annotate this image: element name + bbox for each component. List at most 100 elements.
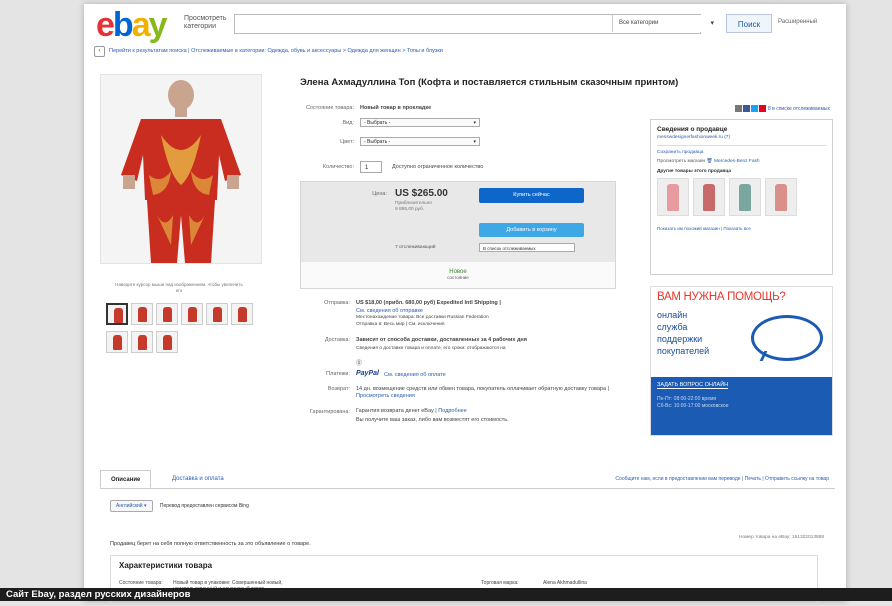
product-main-image[interactable] bbox=[100, 74, 262, 264]
seller-responsibility: Продавец берет на себя полную ответствен… bbox=[110, 541, 311, 547]
thumbnail[interactable] bbox=[231, 303, 253, 325]
thumbnail-figure-icon bbox=[114, 308, 123, 323]
ask-question-button[interactable]: ЗАДАТЬ ВОПРОС ОНЛАЙН bbox=[657, 382, 729, 389]
thumbnail[interactable] bbox=[106, 303, 128, 325]
thumbnail[interactable] bbox=[156, 303, 178, 325]
returns-label: Возврат: bbox=[327, 386, 350, 392]
condition-label: Состояние товара: bbox=[305, 105, 354, 111]
info-icon[interactable]: ⓪ bbox=[356, 358, 362, 367]
breadcrumb[interactable]: ‹ Перейти к результатам поиска | Отслежив… bbox=[94, 46, 839, 57]
tab-links[interactable]: Сообщите нам, если в предоставлении вам … bbox=[615, 476, 829, 482]
bing-translate-note: Перевод предоставлен сервисом Bing bbox=[159, 503, 249, 509]
product-title: Элена Ахмадуллина Топ (Кофта и поставляе… bbox=[300, 77, 679, 88]
help-contact-panel: ЗАДАТЬ ВОПРОС ОНЛАЙН Пн-Пт: 08:00-22:00 … bbox=[651, 377, 832, 435]
seller-item-figure bbox=[667, 184, 679, 211]
quantity-note: Доступно ограниченное количество bbox=[392, 164, 484, 170]
seller-item-thumb[interactable] bbox=[693, 178, 725, 216]
seller-panel-title: Сведения о продавце bbox=[657, 126, 728, 133]
thumbnail-figure-icon bbox=[188, 307, 197, 322]
store-row: Просмотреть магазин 🗑 Mercedes-Benz Fash bbox=[657, 159, 832, 164]
seller-thumbnails bbox=[657, 178, 832, 221]
returns-link[interactable]: Просмотреть сведения bbox=[356, 393, 415, 399]
store-link[interactable]: Mercedes-Benz Fash bbox=[714, 159, 760, 164]
thumbnail[interactable] bbox=[181, 303, 203, 325]
seller-item-figure bbox=[775, 184, 787, 211]
seller-item-thumb[interactable] bbox=[729, 178, 761, 216]
shipping-value: US $18,00 (прибл. 680,00 руб) Expedited … bbox=[356, 300, 501, 306]
divider bbox=[657, 145, 826, 146]
seller-item-thumb[interactable] bbox=[765, 178, 797, 216]
search-button[interactable]: Поиск bbox=[726, 14, 772, 33]
thumbnail[interactable] bbox=[206, 303, 228, 325]
seller-footer-links[interactable]: Показать им похожий магазин | Показать в… bbox=[657, 226, 832, 231]
guarantee-link[interactable]: Подробнее bbox=[438, 408, 467, 414]
spec-brand-value: Alena Akhmadullina bbox=[543, 580, 587, 586]
color-label: Цвет: bbox=[340, 139, 354, 145]
chat-bubble-icon bbox=[751, 315, 823, 361]
translate-language-button[interactable]: Английский ▾ bbox=[110, 500, 153, 512]
support-hours: Пн-Пт: 08:00-22:00 время Сб-Вс: 10:00-17:… bbox=[657, 396, 729, 409]
shop-by-category[interactable]: Просмотреть категории bbox=[184, 15, 229, 31]
item-number: Номер товара на eBay: 151322013888 bbox=[738, 535, 824, 540]
size-select[interactable]: - Выбрать - ▾ bbox=[360, 118, 480, 127]
buy-now-button[interactable]: Купить сейчас bbox=[479, 188, 584, 203]
description-tabs: Описание Доставка и оплата Сообщите нам,… bbox=[100, 466, 835, 489]
thumbnail[interactable] bbox=[131, 331, 153, 353]
help-banner[interactable]: ВАМ НУЖНА ПОМОЩЬ? онлайн служба поддержки п… bbox=[650, 286, 833, 436]
price-panel: Цена: US $265.00 Приблизительно 9 895,00 … bbox=[300, 181, 616, 263]
watchlist-link[interactable]: 8 в списке отслеживаемых bbox=[768, 106, 830, 112]
thumbnail-figure-icon bbox=[163, 307, 172, 322]
thumbnail[interactable] bbox=[156, 331, 178, 353]
delivery-value: Зависит от способа доставки, доставленны… bbox=[356, 337, 527, 343]
shipping-details-link[interactable]: См. сведения об отправке bbox=[356, 308, 423, 314]
chevron-down-icon: ▾ bbox=[473, 120, 476, 126]
email-icon[interactable] bbox=[734, 105, 742, 112]
product-photo bbox=[101, 75, 261, 263]
category-select[interactable]: Все категории ▾ bbox=[612, 15, 720, 32]
add-to-watchlist-select[interactable]: В список отслеживаемых bbox=[479, 243, 575, 252]
spec-brand-label: Торговая марка: bbox=[481, 580, 519, 586]
thumbnail-figure-icon bbox=[238, 307, 247, 322]
ebay-page: ebay Просмотреть категории Все категории… bbox=[84, 4, 846, 606]
payment-label: Платежи: bbox=[326, 371, 350, 377]
help-text: онлайн служба поддержки покупателей bbox=[657, 310, 710, 356]
seller-name[interactable]: menswdesignerfashionweek.ru (7) bbox=[657, 135, 832, 140]
shipping-label: Отправка: bbox=[324, 300, 350, 306]
other-items-title: Другие товары этого продавца bbox=[657, 169, 732, 174]
pinterest-icon[interactable] bbox=[758, 105, 766, 112]
guarantee-value: Гарантия возврата денег eBay | Подробнее bbox=[356, 408, 467, 414]
seller-item-thumb[interactable] bbox=[657, 178, 689, 216]
twitter-icon[interactable] bbox=[750, 105, 758, 112]
delivery-note: Сведения о доставке товара и оплате, его… bbox=[356, 346, 506, 351]
chevron-down-icon: ▾ bbox=[473, 139, 476, 145]
tab-shipping-payment[interactable]: Доставка и оплата bbox=[162, 470, 234, 488]
condition-caption: состояние bbox=[447, 275, 469, 280]
watchers-count: 7 отслеживающий bbox=[395, 245, 436, 250]
quantity-input[interactable]: 1 bbox=[360, 161, 382, 173]
thumbnail-strip bbox=[106, 303, 282, 359]
specs-title: Характеристики товара bbox=[119, 561, 213, 570]
seller-panel: Сведения о продавце menswdesignerfashion… bbox=[650, 119, 833, 275]
payment-details-link[interactable]: См. сведения об оплате bbox=[384, 372, 446, 378]
guarantee-label: Гарантирована: bbox=[309, 409, 350, 415]
tab-description[interactable]: Описание bbox=[100, 470, 152, 488]
advanced-search-link[interactable]: Расширенный bbox=[778, 19, 817, 25]
facebook-icon[interactable] bbox=[742, 105, 750, 112]
back-arrow-icon[interactable]: ‹ bbox=[94, 46, 105, 57]
condition-value: Новый товар в прокладке bbox=[360, 105, 432, 111]
thumbnail-figure-icon bbox=[163, 335, 172, 350]
price-label: Цена: bbox=[372, 191, 387, 197]
size-label: Вид: bbox=[342, 120, 354, 126]
thumbnail[interactable] bbox=[131, 303, 153, 325]
thumbnail[interactable] bbox=[106, 331, 128, 353]
quantity-label: Количество: bbox=[322, 164, 354, 170]
thumbnail-figure-icon bbox=[113, 335, 122, 350]
thumbnail-figure-icon bbox=[138, 335, 147, 350]
returns-value: 14 дн. возмещение средств или обмен това… bbox=[356, 386, 609, 399]
ebay-logo[interactable]: ebay bbox=[96, 8, 168, 42]
condition-badge: Новое состояние bbox=[300, 262, 616, 289]
save-seller-link[interactable]: Сохранить продавца bbox=[657, 150, 832, 155]
item-location: Местонахождение товара: Все доставки Rus… bbox=[356, 315, 489, 320]
color-select[interactable]: - Выбрать - ▾ bbox=[360, 137, 480, 146]
add-to-cart-button[interactable]: Добавить в корзину bbox=[479, 223, 584, 237]
